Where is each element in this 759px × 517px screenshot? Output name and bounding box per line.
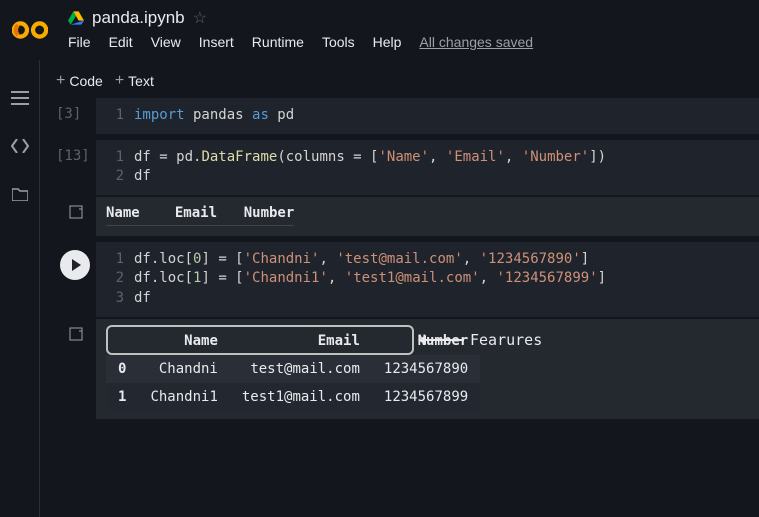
files-icon[interactable] xyxy=(10,184,30,204)
menu-help[interactable]: Help xyxy=(373,34,402,50)
table-row: 1Chandni1test1@mail.com1234567899 xyxy=(106,383,480,411)
add-text-button[interactable]: +Text xyxy=(115,72,154,90)
main-area: +Code +Text [3] 1import pandas as pd [13… xyxy=(40,60,759,517)
menu-insert[interactable]: Insert xyxy=(199,34,234,50)
star-icon[interactable]: ☆ xyxy=(193,8,207,28)
save-status[interactable]: All changes saved xyxy=(419,34,533,50)
exec-count: [3] xyxy=(56,98,96,134)
notebook-title[interactable]: panda.ipynb xyxy=(92,8,185,28)
code-editor[interactable]: 1df = pd.DataFrame(columns = ['Name', 'E… xyxy=(96,140,759,195)
code-editor[interactable]: 1df.loc[0] = ['Chandni', 'test@mail.com'… xyxy=(96,242,759,317)
output-indicator-icon xyxy=(69,327,83,419)
cell-output: NameEmailNumber 0Chandnitest@mail.com123… xyxy=(96,319,759,419)
menu-file[interactable]: File xyxy=(68,34,91,50)
toc-icon[interactable] xyxy=(10,88,30,108)
output-indicator-icon xyxy=(69,205,83,236)
code-cell[interactable]: [13] 1df = pd.DataFrame(columns = ['Name… xyxy=(56,140,759,195)
output-cell: Name Email Number xyxy=(56,197,759,236)
add-code-button[interactable]: +Code xyxy=(56,72,103,90)
output-cell: NameEmailNumber 0Chandnitest@mail.com123… xyxy=(56,319,759,419)
menu-bar: File Edit View Insert Runtime Tools Help… xyxy=(68,34,747,50)
code-cell[interactable]: [3] 1import pandas as pd xyxy=(56,98,759,134)
menu-tools[interactable]: Tools xyxy=(322,34,355,50)
header: panda.ipynb ☆ File Edit View Insert Runt… xyxy=(0,0,759,60)
sidebar xyxy=(0,60,40,517)
code-editor[interactable]: 1import pandas as pd xyxy=(96,98,759,134)
menu-edit[interactable]: Edit xyxy=(109,34,133,50)
arrow-icon xyxy=(424,339,464,341)
run-cell-button[interactable] xyxy=(60,250,90,280)
menu-view[interactable]: View xyxy=(151,34,181,50)
code-cell[interactable]: 1df.loc[0] = ['Chandni', 'test@mail.com'… xyxy=(56,242,759,317)
colab-logo xyxy=(12,12,48,48)
cell-toolbar: +Code +Text xyxy=(40,72,759,90)
cell-output: Name Email Number xyxy=(96,197,759,236)
annotation-label: Fearures xyxy=(424,331,542,349)
table-row: 0Chandnitest@mail.com1234567890 xyxy=(106,355,480,383)
exec-count: [13] xyxy=(56,140,96,195)
snippets-icon[interactable] xyxy=(10,136,30,156)
drive-icon xyxy=(68,11,84,25)
menu-runtime[interactable]: Runtime xyxy=(252,34,304,50)
